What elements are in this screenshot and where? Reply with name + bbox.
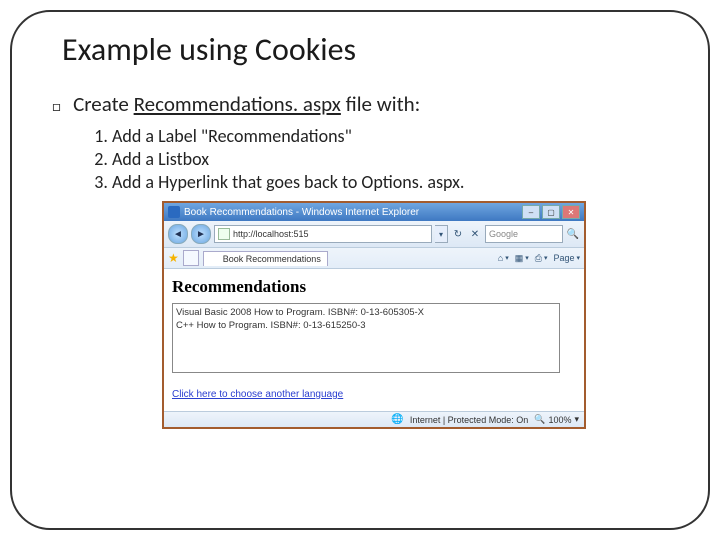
slide-title: Example using Cookies bbox=[62, 30, 678, 69]
main-bullet: □ Create Recommendations. aspx file with… bbox=[52, 91, 678, 117]
zoom-icon: 🔍 bbox=[534, 414, 545, 425]
tab-label: Book Recommendations bbox=[223, 254, 321, 264]
search-box[interactable]: Google bbox=[485, 225, 563, 243]
square-bullet-icon: □ bbox=[52, 98, 61, 116]
bullet-suffix: file with: bbox=[341, 91, 420, 117]
page-heading: Recommendations bbox=[172, 277, 576, 297]
bullet-text: Create Recommendations. aspx file with: bbox=[73, 91, 420, 117]
zoom-value: 100% bbox=[548, 415, 571, 425]
zoom-control[interactable]: 🔍 100% ▾ bbox=[534, 414, 579, 425]
list-item[interactable]: Visual Basic 2008 How to Program. ISBN#:… bbox=[176, 306, 556, 319]
minimize-button[interactable]: – bbox=[522, 205, 540, 219]
add-favorites-button[interactable] bbox=[183, 250, 199, 266]
bullet-filename: Recommendations. aspx bbox=[134, 91, 341, 117]
choose-language-link[interactable]: Click here to choose another language bbox=[172, 389, 343, 400]
browser-tab[interactable]: Book Recommendations bbox=[203, 251, 328, 266]
address-dropdown[interactable]: ▾ bbox=[435, 225, 448, 243]
page-icon bbox=[218, 228, 230, 240]
list-item[interactable]: C++ How to Program. ISBN#: 0-13-615250-3 bbox=[176, 319, 556, 332]
chevron-down-icon: ▾ bbox=[574, 414, 579, 425]
address-bar[interactable]: http://localhost:515 bbox=[214, 225, 432, 243]
search-icon[interactable]: 🔍 bbox=[566, 227, 580, 241]
address-text: http://localhost:515 bbox=[233, 229, 309, 239]
favorites-star-icon[interactable]: ★ bbox=[168, 251, 179, 265]
stop-button[interactable]: ✕ bbox=[468, 227, 482, 241]
ie-icon bbox=[210, 254, 220, 264]
refresh-button[interactable]: ↻ bbox=[451, 227, 465, 241]
close-button[interactable]: ✕ bbox=[562, 205, 580, 219]
nav-toolbar: ◄ ► http://localhost:515 ▾ ↻ ✕ Google 🔍 bbox=[164, 221, 584, 248]
bullet-prefix: Create bbox=[73, 91, 134, 117]
status-bar: 🌐 Internet | Protected Mode: On 🔍 100% ▾ bbox=[164, 411, 584, 427]
forward-button[interactable]: ► bbox=[191, 224, 211, 244]
browser-screenshot: Book Recommendations - Windows Internet … bbox=[162, 201, 586, 429]
back-button[interactable]: ◄ bbox=[168, 224, 188, 244]
window-title: Book Recommendations - Windows Internet … bbox=[184, 207, 419, 218]
tab-toolbar: ★ Book Recommendations ⌂▾ ▦▾ ⎙▾ Page ▾ bbox=[164, 248, 584, 269]
steps-list: Add a Label "Recommendations" Add a List… bbox=[112, 125, 678, 193]
status-text: Internet | Protected Mode: On bbox=[410, 415, 528, 425]
page-viewport: Recommendations Visual Basic 2008 How to… bbox=[164, 269, 584, 411]
internet-zone-icon: 🌐 bbox=[391, 414, 403, 425]
list-item: Add a Hyperlink that goes back to Option… bbox=[112, 171, 678, 193]
list-item: Add a Label "Recommendations" bbox=[112, 125, 678, 147]
list-item: Add a Listbox bbox=[112, 148, 678, 170]
ie-icon bbox=[168, 206, 180, 218]
maximize-button[interactable]: ▢ bbox=[542, 205, 560, 219]
home-button[interactable]: ⌂▾ bbox=[498, 253, 509, 263]
slide-frame: Example using Cookies □ Create Recommend… bbox=[10, 10, 710, 530]
recommendations-listbox[interactable]: Visual Basic 2008 How to Program. ISBN#:… bbox=[172, 303, 560, 373]
window-titlebar: Book Recommendations - Windows Internet … bbox=[164, 203, 584, 221]
feeds-button[interactable]: ▦▾ bbox=[515, 253, 529, 264]
page-menu[interactable]: Page ▾ bbox=[553, 253, 580, 263]
print-button[interactable]: ⎙▾ bbox=[535, 253, 548, 264]
